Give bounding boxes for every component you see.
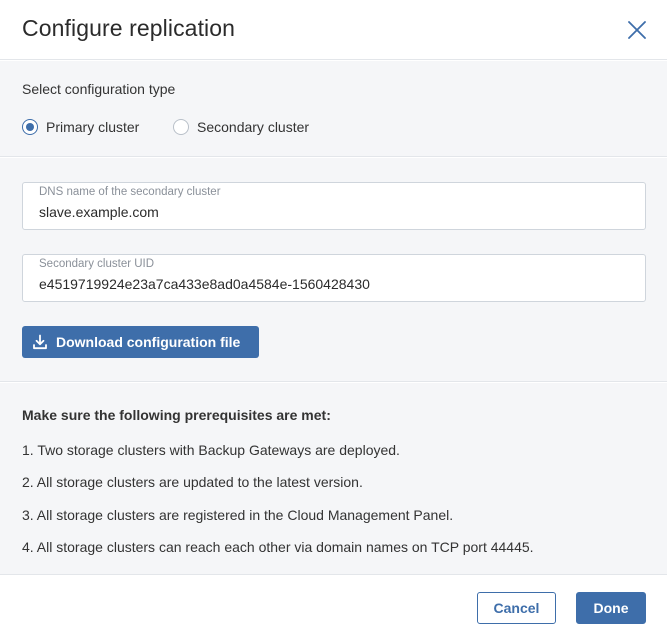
cluster-uid-value[interactable]: e4519719924e23a7ca433e8ad0a4584e-1560428… [39, 276, 370, 292]
secondary-cluster-fields-section: DNS name of the secondary cluster slave.… [0, 158, 667, 382]
cluster-uid-label: Secondary cluster UID [39, 258, 155, 270]
radio-checked-icon [22, 119, 38, 135]
prerequisite-item: 3. All storage clusters are registered i… [22, 507, 454, 523]
download-configuration-button[interactable]: Download configuration file [22, 326, 259, 358]
radio-label-primary: Primary cluster [46, 119, 140, 135]
configure-replication-dialog: Configure replication Select configurati… [0, 0, 667, 636]
dialog-header: Configure replication [0, 0, 667, 60]
dns-name-value[interactable]: slave.example.com [39, 204, 159, 220]
cluster-uid-field[interactable]: Secondary cluster UID e4519719924e23a7ca… [22, 254, 646, 302]
prerequisite-item: 1. Two storage clusters with Backup Gate… [22, 442, 400, 458]
radio-secondary-cluster[interactable]: Secondary cluster [173, 118, 309, 136]
dns-name-label: DNS name of the secondary cluster [39, 186, 221, 198]
done-button[interactable]: Done [576, 592, 646, 624]
download-button-label: Download configuration file [56, 334, 241, 350]
dialog-title: Configure replication [22, 15, 236, 41]
close-button[interactable] [626, 19, 648, 41]
radio-label-secondary: Secondary cluster [197, 119, 310, 135]
dns-name-field[interactable]: DNS name of the secondary cluster slave.… [22, 182, 646, 230]
configuration-type-section: Select configuration type Primary cluste… [0, 61, 667, 157]
radio-unchecked-icon [173, 119, 189, 135]
cancel-button[interactable]: Cancel [477, 592, 556, 624]
close-icon [628, 21, 646, 39]
prerequisite-item: 4. All storage clusters can reach each o… [22, 539, 534, 555]
prerequisites-section: Make sure the following prerequisites ar… [0, 383, 667, 575]
prerequisites-title: Make sure the following prerequisites ar… [22, 407, 331, 423]
dialog-footer: Cancel Done [0, 576, 667, 636]
configuration-type-label: Select configuration type [22, 81, 176, 97]
download-icon [32, 334, 48, 350]
prerequisite-item: 2. All storage clusters are updated to t… [22, 474, 363, 490]
radio-primary-cluster[interactable]: Primary cluster [22, 118, 139, 136]
